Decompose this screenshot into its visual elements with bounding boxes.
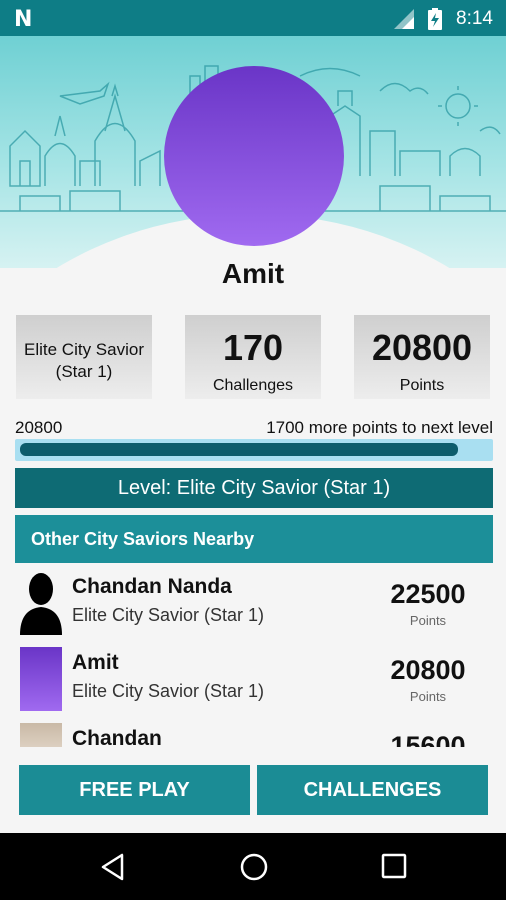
saviour-points: 15600 — [390, 731, 466, 747]
progress-labels: 20800 1700 more points to next level — [15, 418, 493, 440]
points-count: 20800 — [371, 327, 473, 368]
saviour-points: 20800 — [390, 655, 466, 685]
clock-time: 8:14 — [456, 8, 493, 29]
system-navigation-bar — [0, 833, 506, 900]
current-level-banner: Level: Elite City Savior (Star 1) — [15, 468, 493, 508]
saviour-level: Elite City Savior (Star 1) — [72, 681, 265, 701]
stat-level-box: Elite City Savior (Star 1) — [16, 315, 152, 399]
saviour-name: Chandan Nanda — [72, 575, 232, 598]
level-progress-bar — [15, 439, 493, 461]
nearby-section-header: Other City Saviors Nearby — [15, 515, 493, 563]
user-photo-avatar — [20, 723, 62, 747]
level-progress-fill — [20, 443, 458, 456]
saviour-points-label: Points — [409, 689, 447, 704]
recents-icon[interactable] — [381, 853, 407, 879]
battery-charging-icon — [428, 8, 442, 30]
stat-points-box: 20800 Points — [354, 315, 490, 399]
status-bar: N 8:14 — [0, 0, 506, 36]
challenges-count: 170 — [222, 327, 284, 368]
list-item[interactable]: Amit Elite City Savior (Star 1) 20800 Po… — [15, 641, 493, 717]
saviour-name: Amit — [72, 651, 119, 674]
user-avatar — [20, 647, 62, 711]
saviour-points-label: Points — [409, 613, 447, 628]
nearby-section-title: Other City Saviors Nearby — [31, 529, 255, 549]
saviour-points: 22500 — [390, 579, 466, 609]
progress-next-level-text: 1700 more points to next level — [266, 418, 493, 437]
free-play-button[interactable]: FREE PLAY — [19, 765, 250, 815]
notification-n-icon: N — [14, 7, 33, 32]
nearby-saviors-list[interactable]: Chandan Nanda Elite City Savior (Star 1)… — [15, 565, 493, 747]
profile-name: Amit — [221, 258, 285, 289]
saviour-level: Elite City Savior (Star 1) — [72, 605, 265, 625]
challenges-button[interactable]: CHALLENGES — [257, 765, 488, 815]
back-icon[interactable] — [100, 853, 126, 881]
challenges-label: Challenges — [212, 377, 294, 394]
points-label: Points — [399, 377, 445, 394]
profile-avatar[interactable] — [164, 66, 344, 246]
stat-challenges-box: 170 Challenges — [185, 315, 321, 399]
signal-icon — [394, 9, 414, 29]
progress-current-points: 20800 — [15, 418, 63, 437]
list-item[interactable]: Chandan Nanda Elite City Savior (Star 1)… — [15, 565, 493, 641]
saviour-name: Chandan — [72, 727, 162, 747]
user-silhouette-avatar — [20, 573, 62, 635]
stat-level-text: Elite City Savior (Star 1) — [24, 340, 144, 381]
list-item[interactable]: Chandan 15600 — [15, 717, 493, 747]
home-icon[interactable] — [239, 852, 269, 882]
